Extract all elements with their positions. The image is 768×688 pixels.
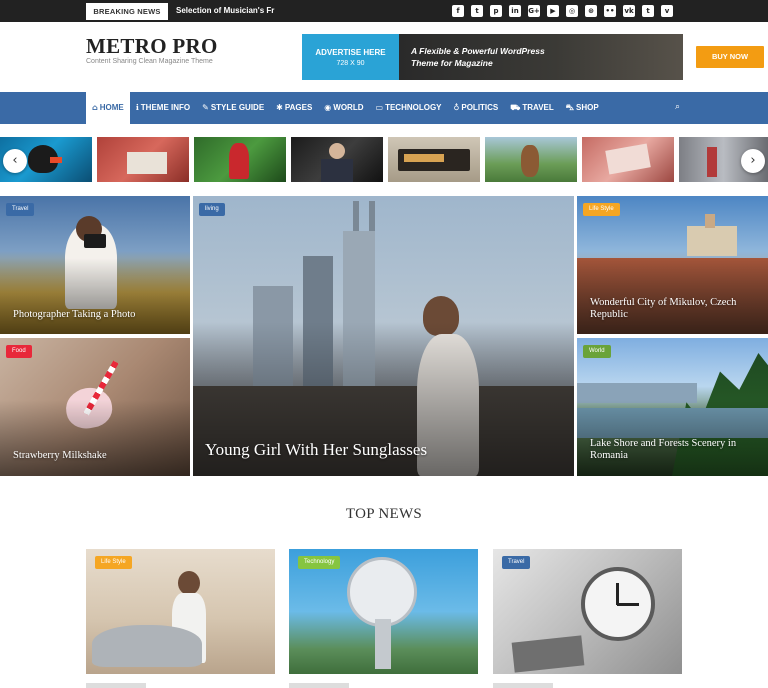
category-tag[interactable]: living — [199, 203, 225, 216]
search-icon[interactable]: ⌕ — [675, 102, 685, 112]
car-icon: ⛟ — [510, 103, 521, 112]
pencil-icon: ✎ — [202, 103, 209, 112]
nav-item-pages[interactable]: ✱ PAGES — [270, 92, 318, 124]
nav-item-travel[interactable]: ⛟ TRAVEL — [504, 92, 559, 124]
tile-caption[interactable]: Young Girl With Her Sunglasses — [205, 440, 564, 460]
top-bar: BREAKING NEWS Selection of Musician's Fr… — [0, 0, 768, 22]
carousel-thumb-man[interactable] — [291, 137, 383, 182]
carousel-thumb-figure[interactable] — [194, 137, 286, 182]
buy-now-button[interactable]: BUY NOW — [696, 46, 764, 68]
nav-item-theme-info[interactable]: ℹ THEME INFO — [130, 92, 196, 124]
ad-title: ADVERTISE HERE — [315, 48, 386, 57]
nav-label: TECHNOLOGY — [385, 103, 442, 112]
nav-item-politics[interactable]: ♁ POLITICS — [448, 92, 505, 124]
nav-label: THEME INFO — [140, 103, 191, 112]
card-date-placeholder — [86, 683, 146, 688]
flickr-icon[interactable]: •• — [604, 5, 616, 17]
cart-icon: ⛍ — [565, 103, 574, 112]
tile-caption[interactable]: Strawberry Milkshake — [13, 450, 180, 462]
card-date-placeholder — [289, 683, 349, 688]
carousel-thumb-chair[interactable] — [97, 137, 189, 182]
tile-caption[interactable]: Lake Shore and Forests Scenery in Romani… — [590, 438, 758, 462]
hero-tile-lake[interactable]: World Lake Shore and Forests Scenery in … — [577, 338, 768, 476]
home-icon: ⌂ — [92, 103, 98, 112]
ad-copy: A Flexible & Powerful WordPress Theme fo… — [411, 45, 561, 69]
pinterest-icon[interactable]: p — [490, 5, 502, 17]
category-tag[interactable]: Technology — [298, 556, 341, 569]
top-news-heading: TOP NEWS — [345, 506, 423, 522]
news-ticker[interactable]: Selection of Musician's Fr — [176, 0, 286, 22]
main-navigation: ⌂ HOME ℹ THEME INFO ✎ STYLE GUIDE ✱ PAGES ◉ W… — [0, 92, 768, 124]
nav-label: PAGES — [284, 103, 313, 112]
ad-size: 728 X 90 — [336, 60, 365, 67]
category-tag[interactable]: Travel — [502, 556, 531, 569]
nav-label: WORLD — [333, 103, 364, 112]
nav-label: HOME — [99, 103, 124, 112]
twitter-icon[interactable]: t — [471, 5, 483, 17]
vimeo-icon[interactable]: v — [661, 5, 673, 17]
category-tag[interactable]: Life Style — [95, 556, 132, 569]
hero-tile-mikulov[interactable]: Life Style Wonderful City of Mikulov, Cz… — [577, 196, 768, 334]
news-card-lifestyle[interactable]: Life Style — [86, 549, 275, 674]
nav-item-home[interactable]: ⌂ HOME — [86, 92, 130, 124]
nav-item-style-guide[interactable]: ✎ STYLE GUIDE — [196, 92, 270, 124]
pages-icon: ✱ — [276, 103, 283, 112]
youtube-icon[interactable]: ▶ — [547, 5, 559, 17]
social-icons: f t p in G+ ▶ ◎ ⊛ •• vk t v — [452, 5, 673, 17]
category-tag[interactable]: World — [583, 345, 611, 358]
instagram-icon[interactable]: ◎ — [566, 5, 578, 17]
nav-label: TRAVEL — [522, 103, 554, 112]
ad-copy-line2: Theme for Magazine — [411, 58, 493, 68]
info-icon: ℹ — [135, 103, 139, 112]
ad-label-box: ADVERTISE HERE 728 X 90 — [302, 34, 399, 80]
category-tag[interactable]: Life Style — [583, 203, 620, 216]
news-card-technology[interactable]: Technology — [289, 549, 478, 674]
card-date-placeholder — [493, 683, 553, 688]
carousel-prev-button[interactable]: ‹ — [3, 149, 27, 173]
carousel-thumb-radio[interactable] — [388, 137, 480, 182]
microphone-icon: ♁ — [453, 103, 460, 112]
hero-tile-milkshake[interactable]: Food Strawberry Milkshake — [0, 338, 190, 476]
nav-label: POLITICS — [461, 103, 499, 112]
hero-tile-photographer[interactable]: Travel Photographer Taking a Photo — [0, 196, 190, 334]
tile-shade — [0, 400, 190, 476]
carousel-thumb-guitar[interactable] — [485, 137, 577, 182]
ad-copy-line1: A Flexible & Powerful WordPress — [411, 46, 545, 56]
nav-item-technology[interactable]: ▭ TECHNOLOGY — [370, 92, 448, 124]
linkedin-icon[interactable]: in — [509, 5, 521, 17]
facebook-icon[interactable]: f — [452, 5, 464, 17]
carousel-next-button[interactable]: › — [741, 149, 765, 173]
nav-label: STYLE GUIDE — [210, 103, 265, 112]
header-advertisement[interactable]: ADVERTISE HERE 728 X 90 A Flexible & Pow… — [302, 34, 764, 80]
breaking-news-label: BREAKING NEWS — [86, 3, 168, 20]
vk-icon[interactable]: vk — [623, 5, 635, 17]
tile-shade — [0, 258, 190, 334]
tile-caption[interactable]: Photographer Taking a Photo — [13, 309, 180, 321]
category-tag[interactable]: Travel — [6, 203, 35, 216]
news-card-travel[interactable]: Travel — [493, 549, 682, 674]
globe-icon: ◉ — [324, 103, 332, 112]
dribbble-icon[interactable]: ⊛ — [585, 5, 597, 17]
image-carousel — [0, 137, 768, 182]
category-tag[interactable]: Food — [6, 345, 32, 358]
hero-tile-featured[interactable]: living Young Girl With Her Sunglasses — [193, 196, 574, 476]
nav-item-world[interactable]: ◉ WORLD — [318, 92, 369, 124]
tile-caption[interactable]: Wonderful City of Mikulov, Czech Republi… — [590, 297, 758, 321]
site-logo[interactable]: METRO PRO — [86, 34, 218, 59]
ad-banner: A Flexible & Powerful WordPress Theme fo… — [399, 34, 764, 80]
google-plus-icon[interactable]: G+ — [528, 5, 540, 17]
carousel-thumb-candy[interactable] — [582, 137, 674, 182]
nav-label: SHOP — [576, 103, 599, 112]
tumblr-icon[interactable]: t — [642, 5, 654, 17]
monitor-icon: ▭ — [375, 103, 384, 112]
nav-item-shop[interactable]: ⛍ SHOP — [560, 92, 605, 124]
site-tagline: Content Sharing Clean Magazine Theme — [86, 58, 213, 65]
